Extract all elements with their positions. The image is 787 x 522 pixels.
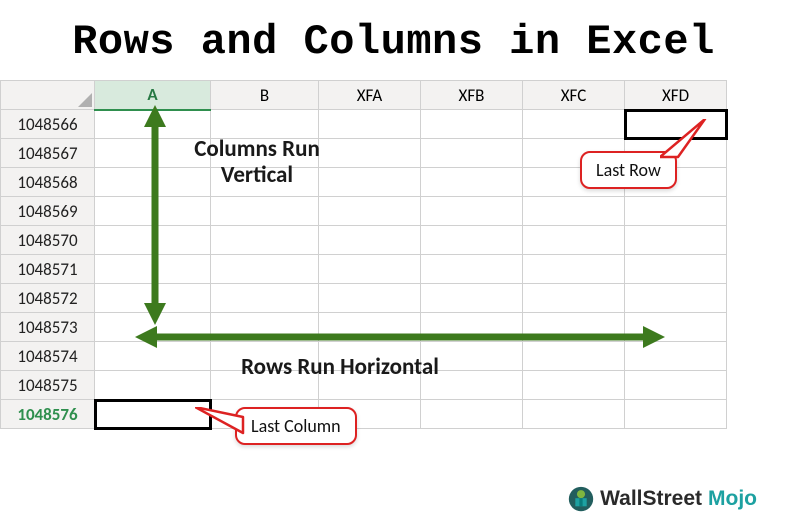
watermark-text2: Mojo: [708, 487, 757, 511]
cell[interactable]: [421, 313, 523, 342]
row-header[interactable]: 1048573: [1, 313, 95, 342]
cell[interactable]: [319, 139, 421, 168]
cell[interactable]: [319, 342, 421, 371]
col-header-XFD[interactable]: XFD: [625, 81, 727, 110]
cell[interactable]: [523, 371, 625, 400]
cell[interactable]: [625, 197, 727, 226]
cell[interactable]: [211, 226, 319, 255]
row-header[interactable]: 1048572: [1, 284, 95, 313]
cell[interactable]: [523, 284, 625, 313]
col-header-B[interactable]: B: [211, 81, 319, 110]
cell[interactable]: [421, 110, 523, 139]
cell[interactable]: [421, 197, 523, 226]
cell[interactable]: [211, 110, 319, 139]
cell[interactable]: [421, 371, 523, 400]
cell[interactable]: [421, 168, 523, 197]
cell[interactable]: [319, 197, 421, 226]
row-header[interactable]: 1048574: [1, 342, 95, 371]
cell[interactable]: [625, 342, 727, 371]
wallstreetmojo-logo-icon: [568, 486, 594, 512]
cell[interactable]: [211, 255, 319, 284]
cell[interactable]: [319, 226, 421, 255]
row-header[interactable]: 1048575: [1, 371, 95, 400]
row-header[interactable]: 1048568: [1, 168, 95, 197]
cell[interactable]: [523, 400, 625, 429]
cell[interactable]: [625, 168, 727, 197]
cell[interactable]: [523, 139, 625, 168]
cell[interactable]: [319, 255, 421, 284]
cell[interactable]: [625, 226, 727, 255]
cell[interactable]: [523, 168, 625, 197]
cell[interactable]: [523, 197, 625, 226]
cell[interactable]: [523, 226, 625, 255]
cell[interactable]: [95, 197, 211, 226]
cell[interactable]: [319, 400, 421, 429]
col-header-XFC[interactable]: XFC: [523, 81, 625, 110]
excel-sheet: A B XFA XFB XFC XFD 1048566 1048567 1048…: [0, 80, 787, 429]
spreadsheet-grid[interactable]: A B XFA XFB XFC XFD 1048566 1048567 1048…: [0, 80, 727, 429]
row-header[interactable]: 1048567: [1, 139, 95, 168]
cell[interactable]: [625, 371, 727, 400]
cell[interactable]: [421, 400, 523, 429]
cell[interactable]: [523, 110, 625, 139]
cell[interactable]: [211, 139, 319, 168]
cell[interactable]: [625, 400, 727, 429]
col-header-XFB[interactable]: XFB: [421, 81, 523, 110]
cell[interactable]: [625, 284, 727, 313]
cell[interactable]: [523, 342, 625, 371]
cell[interactable]: [95, 168, 211, 197]
row-header-last[interactable]: 1048576: [1, 400, 95, 429]
cell[interactable]: [319, 168, 421, 197]
cell[interactable]: [211, 371, 319, 400]
cell[interactable]: [319, 110, 421, 139]
cell[interactable]: [319, 313, 421, 342]
cell-xfd-first[interactable]: [625, 110, 727, 139]
cell[interactable]: [421, 139, 523, 168]
cell[interactable]: [421, 342, 523, 371]
cell[interactable]: [95, 284, 211, 313]
row-header[interactable]: 1048566: [1, 110, 95, 139]
cell[interactable]: [95, 139, 211, 168]
grid-body: 1048566 1048567 1048568 1048569 1048570 …: [1, 110, 727, 429]
cell[interactable]: [625, 139, 727, 168]
cell[interactable]: [523, 255, 625, 284]
cell[interactable]: [523, 313, 625, 342]
cell[interactable]: [95, 110, 211, 139]
cell[interactable]: [319, 284, 421, 313]
cell[interactable]: [211, 168, 319, 197]
cell[interactable]: [95, 255, 211, 284]
col-header-XFA[interactable]: XFA: [319, 81, 421, 110]
col-header-A[interactable]: A: [95, 81, 211, 110]
cell[interactable]: [625, 255, 727, 284]
cell[interactable]: [211, 284, 319, 313]
row-header[interactable]: 1048571: [1, 255, 95, 284]
cell[interactable]: [421, 226, 523, 255]
cell[interactable]: [95, 342, 211, 371]
row-header[interactable]: 1048569: [1, 197, 95, 226]
cell[interactable]: [95, 313, 211, 342]
row-header[interactable]: 1048570: [1, 226, 95, 255]
cell[interactable]: [95, 371, 211, 400]
watermark: WallStreetMojo: [568, 486, 757, 512]
cell[interactable]: [625, 313, 727, 342]
cell-last-row[interactable]: [95, 400, 211, 429]
cell[interactable]: [421, 284, 523, 313]
cell[interactable]: [211, 342, 319, 371]
cell[interactable]: [421, 255, 523, 284]
cell[interactable]: [211, 197, 319, 226]
cell[interactable]: [211, 400, 319, 429]
cell[interactable]: [95, 226, 211, 255]
cell[interactable]: [319, 371, 421, 400]
watermark-text1: WallStreet: [600, 487, 702, 511]
page-title: Rows and Columns in Excel: [0, 0, 787, 80]
select-all-corner[interactable]: [1, 81, 95, 110]
cell[interactable]: [211, 313, 319, 342]
